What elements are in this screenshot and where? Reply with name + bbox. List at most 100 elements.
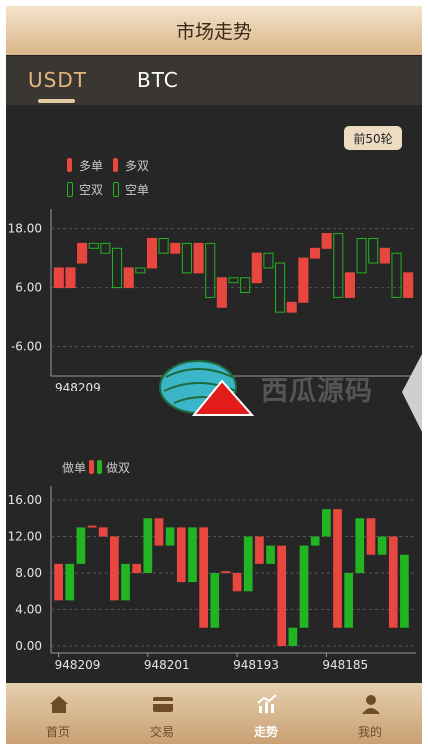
candle [112, 247, 123, 289]
candle [309, 247, 321, 259]
page-header: 市场走势 [6, 6, 422, 55]
candle [391, 252, 402, 298]
candle [65, 267, 76, 289]
bar [76, 527, 86, 564]
candle [135, 267, 146, 274]
candle [344, 272, 355, 298]
bar [355, 518, 365, 573]
candle [146, 237, 158, 269]
bar [243, 536, 253, 592]
legend-short-double: 空双 [79, 183, 104, 197]
bar [176, 527, 186, 583]
y-tick-label: 0.00 [15, 639, 42, 653]
candle [368, 237, 379, 264]
x-tick-label: 948209 [55, 381, 101, 391]
candle [251, 252, 262, 284]
user-icon [362, 695, 380, 714]
candle [123, 267, 134, 289]
x-tick-label: 948209 [55, 658, 101, 671]
candle [77, 242, 88, 264]
nav-trade[interactable]: 交易 [110, 683, 214, 744]
currency-tabs: USDT BTC [6, 56, 422, 105]
candle [170, 242, 181, 254]
candle [379, 247, 390, 264]
candle [321, 233, 332, 249]
bar [65, 563, 75, 601]
bar [299, 545, 309, 628]
short-single-legend-icon [113, 182, 119, 197]
page-title: 市场走势 [175, 21, 252, 43]
candle [181, 242, 192, 274]
bar [132, 563, 142, 573]
double-legend-swatch [97, 460, 102, 474]
nav-trade-label: 交易 [149, 725, 174, 739]
candle [403, 272, 414, 298]
candle [158, 237, 169, 254]
trend-chart-icon [257, 694, 277, 713]
candle [228, 277, 239, 284]
tab-btc[interactable]: BTC [137, 68, 179, 92]
nav-home[interactable]: 首页 [6, 683, 110, 744]
home-icon [50, 696, 68, 713]
bar [110, 536, 119, 601]
bar [199, 527, 208, 628]
bar [98, 527, 108, 537]
single-legend-swatch [89, 460, 94, 474]
legend-single: 做单 [62, 461, 87, 475]
bar [154, 518, 164, 546]
bar [188, 527, 197, 583]
tab-usdt[interactable]: USDT [28, 68, 87, 92]
nav-trend[interactable]: 走势 [214, 683, 318, 744]
long-double-legend-icon [113, 158, 118, 172]
candle [53, 267, 64, 289]
scroll-edge-arrow [402, 354, 422, 432]
nav-mine-label: 我的 [357, 725, 382, 739]
bar [366, 518, 376, 555]
bar [288, 627, 298, 646]
y-tick-label: 12.00 [8, 530, 42, 544]
bar [310, 536, 320, 546]
bar [87, 525, 97, 528]
x-tick-label: 948185 [322, 658, 368, 671]
nav-home-label: 首页 [45, 725, 70, 739]
bar [388, 536, 398, 628]
candle [240, 277, 251, 294]
nav-trend-label: 走势 [253, 725, 278, 739]
bar [121, 563, 130, 601]
candle [298, 257, 309, 303]
y-tick-label: 6.00 [15, 281, 42, 295]
bottom-nav: 首页 交易 走势 我的 [6, 683, 422, 744]
bar [232, 573, 242, 592]
legend-double: 做双 [106, 461, 131, 475]
bar [344, 573, 353, 628]
card-icon [153, 697, 173, 712]
candle [88, 242, 99, 249]
bar [255, 536, 264, 564]
nav-mine[interactable]: 我的 [318, 683, 422, 744]
bar [321, 509, 331, 537]
y-tick-label: 4.00 [15, 603, 42, 617]
range-select-button[interactable]: 前50轮 [344, 126, 402, 150]
bar [277, 545, 287, 646]
legend-long-double: 多双 [125, 159, 150, 173]
candle [100, 242, 111, 254]
bar [400, 554, 409, 628]
y-tick-label: 16.00 [8, 493, 42, 507]
bar [165, 527, 175, 546]
watermark-text: 西瓜源码 [261, 376, 373, 407]
active-tab-indicator [38, 99, 75, 103]
legend-short-single: 空单 [125, 183, 150, 197]
candle [286, 301, 297, 313]
candle [205, 242, 216, 298]
y-tick-label: -6.00 [11, 340, 42, 354]
candle [356, 237, 367, 274]
bar [266, 545, 275, 564]
x-tick-label: 948201 [144, 658, 190, 671]
bar-chart: 16.00 12.00 8.00 4.00 0.00 948209 948201 948193… [8, 486, 416, 671]
y-tick-label: 8.00 [15, 566, 42, 580]
short-double-legend-icon [67, 182, 73, 197]
x-tick-label: 948193 [233, 658, 279, 671]
candle [216, 277, 227, 308]
candle [193, 242, 204, 274]
y-tick-label: 18.00 [8, 222, 42, 236]
